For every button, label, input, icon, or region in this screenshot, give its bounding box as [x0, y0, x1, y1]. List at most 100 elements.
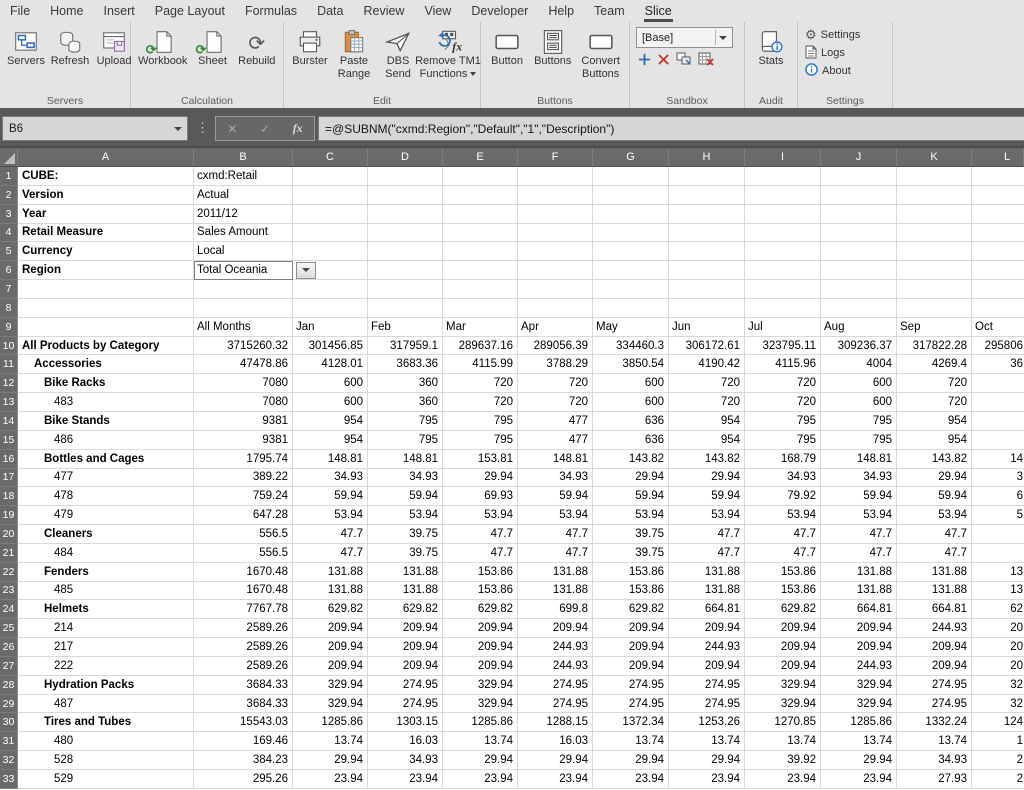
cell[interactable]: 29.94 — [443, 468, 518, 488]
cell[interactable]: 3684.33 — [194, 694, 293, 714]
sandbox-select-arrow[interactable] — [715, 30, 730, 45]
cell[interactable]: 34.93 — [821, 468, 897, 488]
buttons-button[interactable]: Buttons — [529, 24, 576, 68]
cell[interactable] — [443, 185, 518, 205]
row-header-14[interactable]: 14 — [0, 411, 18, 431]
cell[interactable] — [443, 261, 518, 281]
cell[interactable]: 484 — [18, 543, 194, 563]
cell[interactable] — [897, 298, 972, 318]
cell[interactable]: 795 — [443, 430, 518, 450]
cell[interactable] — [897, 280, 972, 299]
cell[interactable]: 214 — [18, 619, 194, 639]
column-header-I[interactable]: I — [745, 148, 821, 167]
cell[interactable]: 7080 — [194, 374, 293, 394]
cell[interactable]: 13.74 — [443, 732, 518, 752]
cell[interactable] — [972, 431, 1024, 450]
cell[interactable]: 39.92 — [745, 751, 821, 770]
cell[interactable]: 39.75 — [368, 525, 443, 544]
cell[interactable]: 1288.15 — [518, 713, 593, 733]
cell[interactable]: 244.93 — [669, 638, 745, 657]
cell[interactable]: 795 — [368, 430, 443, 450]
servers-button[interactable]: Servers — [4, 24, 48, 68]
cell[interactable]: 664.81 — [821, 600, 897, 620]
cell[interactable]: 720 — [443, 374, 518, 394]
cell[interactable]: 36 — [972, 355, 1024, 375]
cell[interactable]: 556.5 — [194, 525, 293, 544]
cell[interactable]: 47.7 — [669, 525, 745, 544]
cell[interactable]: Bike Racks — [18, 374, 194, 394]
cell[interactable]: 143.82 — [593, 449, 669, 469]
cell[interactable]: 4115.96 — [745, 355, 821, 375]
cell[interactable]: 34.93 — [293, 468, 368, 488]
cell[interactable]: 39.75 — [593, 543, 669, 563]
cell[interactable]: 34.93 — [368, 468, 443, 488]
button-button[interactable]: Button — [485, 24, 529, 68]
cell[interactable]: 209.94 — [669, 656, 745, 676]
cell[interactable]: 244.93 — [518, 638, 593, 657]
region-dropdown-button[interactable] — [296, 262, 316, 279]
cell[interactable]: 244.93 — [821, 656, 897, 676]
cell[interactable]: 485 — [18, 581, 194, 601]
cell[interactable]: 2 — [972, 770, 1024, 789]
cell[interactable]: 1670.48 — [194, 581, 293, 601]
cell[interactable]: 59.94 — [593, 487, 669, 507]
cell[interactable]: Oct — [972, 318, 1024, 337]
cell[interactable]: 3684.33 — [194, 675, 293, 695]
cell[interactable] — [443, 204, 518, 224]
column-header-H[interactable]: H — [669, 148, 745, 167]
row-header-18[interactable]: 18 — [0, 487, 18, 507]
enter-icon[interactable]: ✓ — [260, 122, 270, 136]
cell[interactable] — [518, 185, 593, 205]
cell[interactable] — [368, 185, 443, 205]
cell[interactable]: 720 — [669, 393, 745, 412]
cell[interactable] — [518, 261, 593, 281]
cell[interactable]: Bottles and Cages — [18, 449, 194, 469]
cell[interactable]: 720 — [897, 374, 972, 394]
row-header-23[interactable]: 23 — [0, 581, 18, 601]
cell[interactable]: 329.94 — [293, 694, 368, 714]
cell[interactable]: 479 — [18, 506, 194, 526]
cell[interactable]: 209.94 — [293, 638, 368, 657]
cell[interactable]: cxmd:Retail — [194, 167, 293, 186]
cell[interactable]: 23.94 — [443, 770, 518, 789]
formula-input[interactable]: =@SUBNM("cxmd:Region","Default","1","Des… — [318, 116, 1024, 141]
ribbon-tab-team[interactable]: Team — [584, 1, 635, 22]
cell[interactable]: 3683.36 — [368, 355, 443, 375]
cell[interactable]: Fenders — [18, 562, 194, 582]
cell[interactable] — [669, 223, 745, 243]
cell[interactable] — [593, 261, 669, 281]
cell[interactable] — [518, 167, 593, 186]
cell[interactable]: 209.94 — [593, 638, 669, 657]
cell[interactable]: 5 — [972, 506, 1024, 526]
cell[interactable]: 1795.74 — [194, 449, 293, 469]
cell[interactable]: 795 — [443, 411, 518, 431]
cell[interactable]: 3850.54 — [593, 355, 669, 375]
cell[interactable]: 795 — [745, 430, 821, 450]
row-header-33[interactable]: 33 — [0, 770, 18, 789]
cell[interactable] — [593, 280, 669, 299]
cell[interactable] — [368, 223, 443, 243]
add-sandbox-icon[interactable] — [638, 53, 651, 71]
cell[interactable]: 1285.86 — [821, 713, 897, 733]
cell[interactable] — [745, 204, 821, 224]
cell[interactable]: 389.22 — [194, 468, 293, 488]
cell[interactable]: 131.88 — [518, 581, 593, 601]
cell[interactable]: Version — [18, 185, 194, 205]
sandbox-select[interactable]: [Base] — [636, 27, 733, 48]
cell[interactable]: 23.94 — [518, 770, 593, 789]
row-header-8[interactable]: 8 — [0, 298, 18, 318]
cell[interactable]: 209.94 — [821, 619, 897, 639]
cell[interactable]: 131.88 — [669, 581, 745, 601]
cell[interactable]: 329.94 — [745, 675, 821, 695]
column-header-A[interactable]: A — [18, 148, 194, 167]
cell[interactable]: 148.81 — [368, 449, 443, 469]
cell[interactable] — [518, 242, 593, 262]
cell[interactable]: 329.94 — [745, 694, 821, 714]
cell[interactable] — [293, 242, 368, 262]
cell[interactable]: 274.95 — [897, 694, 972, 714]
cell[interactable]: 4269.4 — [897, 355, 972, 375]
cell[interactable]: 13.74 — [745, 732, 821, 752]
cell[interactable]: 47478.86 — [194, 355, 293, 375]
cell[interactable] — [821, 261, 897, 281]
cell[interactable]: 34.93 — [897, 751, 972, 770]
